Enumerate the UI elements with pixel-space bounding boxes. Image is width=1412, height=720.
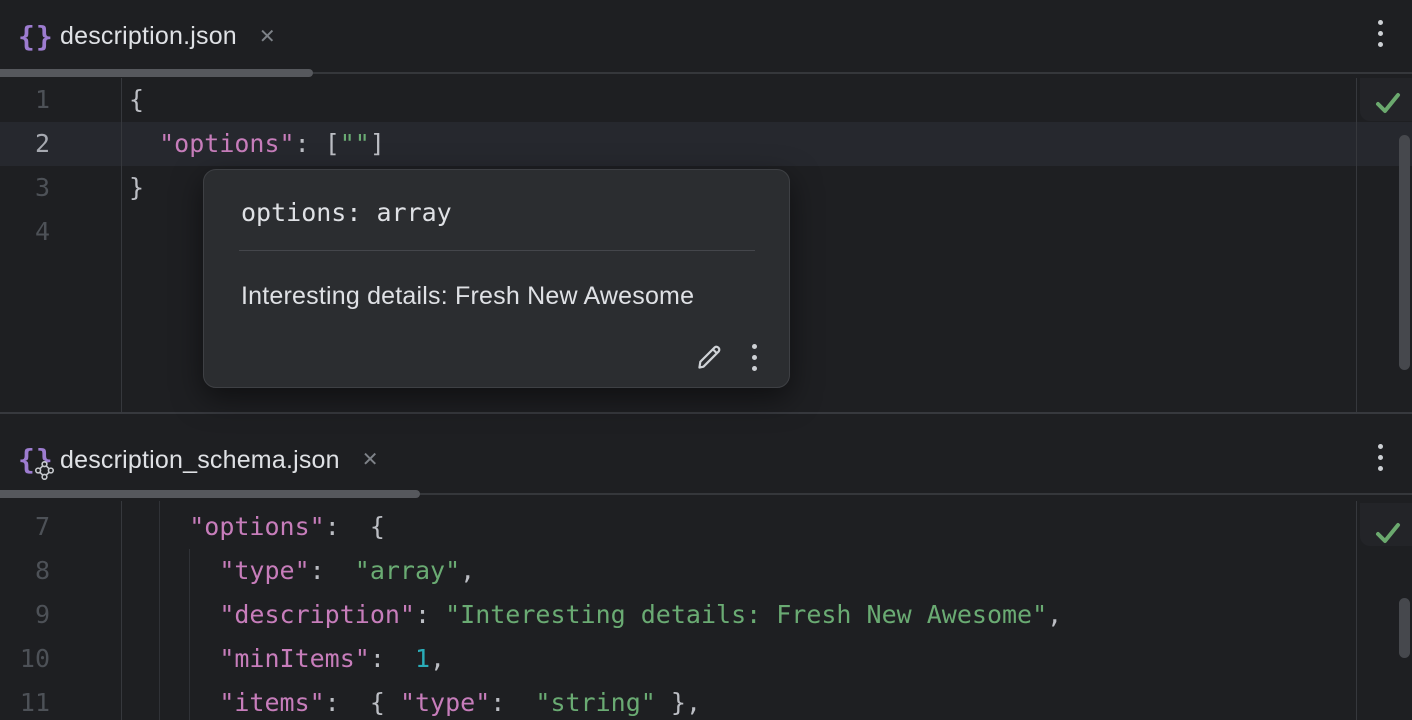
json-file-icon: {} [18, 20, 50, 54]
line-number[interactable]: 3 [0, 166, 50, 210]
close-icon[interactable]: ✕ [362, 450, 379, 470]
top-tab-bar: {} description.json ✕ [0, 0, 1412, 67]
popup-description: Interesting details: Fresh New Awesome [241, 282, 694, 311]
code-line[interactable]: 2 "options": [""] [0, 122, 1412, 166]
gutter-separator [121, 501, 122, 720]
editor-scrollbar-thumb[interactable] [1399, 135, 1410, 370]
editor-right-separator [1356, 78, 1357, 412]
json-schema-file-icon: {} [18, 443, 50, 477]
code-text: "options": { [129, 505, 385, 549]
code-text: "description": "Interesting details: Fre… [129, 593, 1062, 637]
editor-right-separator [1356, 501, 1357, 720]
code-text: { [129, 78, 144, 122]
tab-scrollbar-thumb[interactable] [0, 69, 313, 77]
tab-label: description_schema.json [60, 446, 340, 475]
editor-scrollbar-thumb[interactable] [1399, 598, 1410, 658]
line-number[interactable]: 1 [0, 78, 50, 122]
documentation-popup: options: array Interesting details: Fres… [203, 169, 790, 388]
code-line[interactable]: 10 "minItems": 1, [0, 637, 1412, 681]
pencil-icon[interactable] [694, 342, 725, 373]
line-number[interactable]: 11 [0, 681, 50, 720]
close-icon[interactable]: ✕ [259, 27, 276, 47]
checkmark-icon[interactable] [1374, 89, 1402, 117]
line-number[interactable]: 9 [0, 593, 50, 637]
popup-divider [239, 250, 755, 251]
tab-options-kebab-icon[interactable] [1377, 20, 1383, 47]
popup-symbol-type: options: array [241, 198, 452, 227]
code-text: "minItems": 1, [129, 637, 445, 681]
tab-label: description.json [60, 22, 237, 51]
line-number[interactable]: 4 [0, 210, 50, 254]
code-text: "items": { "type": "string" }, [129, 681, 701, 720]
code-text: } [129, 166, 144, 210]
code-line[interactable]: 8 "type": "array", [0, 549, 1412, 593]
line-number[interactable]: 8 [0, 549, 50, 593]
code-text: "options": [""] [129, 122, 385, 166]
bottom-editor[interactable]: 7 "options": {8 "type": "array",9 "descr… [0, 501, 1412, 720]
code-line[interactable]: 7 "options": { [0, 505, 1412, 549]
gutter-separator [121, 78, 122, 412]
bottom-tab-bar: {} description_schema.json ✕ [0, 414, 1412, 490]
line-number[interactable]: 7 [0, 505, 50, 549]
code-line[interactable]: 11 "items": { "type": "string" }, [0, 681, 1412, 720]
indent-guide [159, 501, 160, 720]
code-line[interactable]: 9 "description": "Interesting details: F… [0, 593, 1412, 637]
popup-more-kebab-icon[interactable] [751, 344, 757, 371]
tab-description-schema-json[interactable]: {} description_schema.json ✕ [0, 443, 379, 477]
checkmark-icon[interactable] [1374, 519, 1402, 547]
indent-guide [189, 549, 190, 720]
code-line[interactable]: 1{ [0, 78, 1412, 122]
tab-description-json[interactable]: {} description.json ✕ [0, 20, 276, 54]
pane-splitter[interactable] [0, 412, 1412, 414]
line-number[interactable]: 10 [0, 637, 50, 681]
tab-options-kebab-icon[interactable] [1377, 444, 1383, 471]
line-number[interactable]: 2 [0, 122, 50, 166]
tab-scrollbar-thumb[interactable] [0, 490, 420, 498]
code-text: "type": "array", [129, 549, 475, 593]
